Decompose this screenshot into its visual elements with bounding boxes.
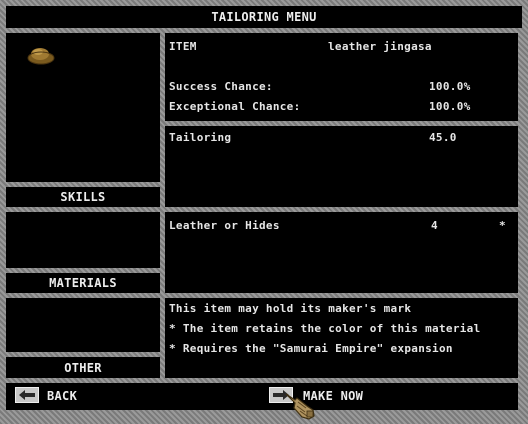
exceptional-chance-label: Exceptional Chance: (169, 100, 301, 113)
back-arrow-icon (19, 390, 35, 400)
skills-heading-panel: SKILLS (6, 187, 160, 207)
materials-left-panel (6, 212, 160, 268)
other-heading: OTHER (64, 361, 102, 375)
other-heading-panel: OTHER (6, 357, 160, 378)
window-title: TAILORING MENU (211, 10, 317, 24)
gauntlet-cursor-icon (285, 393, 315, 420)
other-note-2: * The item retains the color of this mat… (169, 322, 481, 335)
materials-heading-panel: MATERIALS (6, 273, 160, 293)
materials-heading: MATERIALS (49, 276, 117, 290)
item-label: ITEM (169, 40, 197, 53)
action-bar: BACK MAKE NOW (6, 383, 518, 410)
item-info-panel: ITEM leather jingasa Success Chance: 100… (165, 33, 518, 121)
leather-jingasa-icon (27, 48, 55, 65)
title-bar: TAILORING MENU (6, 6, 522, 28)
material-name: Leather or Hides (169, 219, 280, 232)
back-label[interactable]: BACK (47, 390, 77, 402)
success-chance-value: 100.0% (429, 80, 471, 93)
other-note-3: * Requires the "Samurai Empire" expansio… (169, 342, 453, 355)
material-mark: * (499, 219, 506, 232)
materials-panel: Leather or Hides 4 * (165, 212, 518, 293)
other-left-panel (6, 298, 160, 352)
skill-name: Tailoring (169, 131, 232, 144)
exceptional-chance-value: 100.0% (429, 100, 471, 113)
other-panel: This item may hold its maker's mark * Th… (165, 298, 518, 378)
skills-heading: SKILLS (60, 190, 106, 204)
material-amount: 4 (431, 219, 438, 232)
item-preview-panel (6, 33, 160, 182)
other-note-1: This item may hold its maker's mark (169, 302, 412, 315)
skill-value: 45.0 (429, 131, 457, 144)
skills-panel: Tailoring 45.0 (165, 126, 518, 207)
back-button[interactable] (15, 387, 39, 403)
item-name: leather jingasa (328, 40, 432, 53)
success-chance-label: Success Chance: (169, 80, 273, 93)
